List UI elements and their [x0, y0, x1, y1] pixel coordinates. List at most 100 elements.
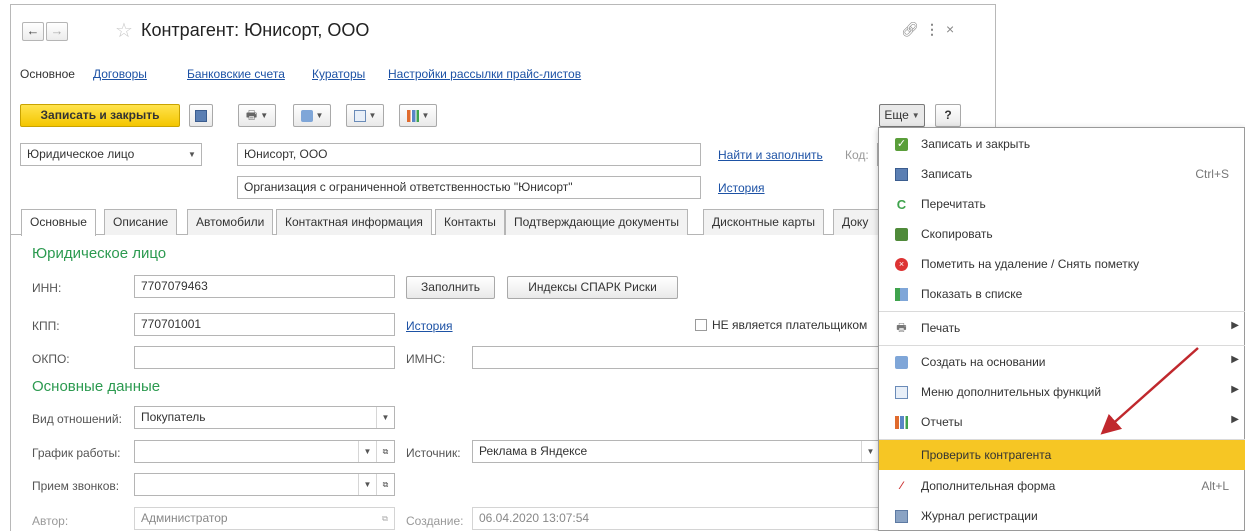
printer-icon: 🖶︎	[896, 322, 907, 334]
menu-item-journal[interactable]: Журнал регистрации	[879, 501, 1245, 531]
delete-mark-icon: ×	[895, 258, 908, 271]
spark-index-button[interactable]: Индексы СПАРК Риски	[507, 276, 678, 299]
list-icon	[895, 288, 908, 301]
tab-contact-info[interactable]: Контактная информация	[276, 209, 432, 235]
nav-main[interactable]: Основное	[20, 67, 75, 81]
find-fill-link[interactable]: Найти и заполнить	[718, 148, 823, 162]
inn-field[interactable]: 7707079463	[134, 275, 395, 298]
chevron-right-icon: ▶	[1231, 354, 1239, 365]
favorite-star-icon[interactable]: ☆	[115, 18, 133, 43]
menu-item-save-close[interactable]: ✓ Записать и закрыть	[879, 129, 1245, 159]
menu-label: Журнал регистрации	[921, 509, 1038, 523]
name-field[interactable]: Юнисорт, ООО	[237, 143, 701, 166]
back-button[interactable]: ←	[22, 22, 44, 41]
menu-item-check-counterparty[interactable]: Проверить контрагента	[879, 440, 1245, 470]
menu-item-extra-form[interactable]: ⁄ Дополнительная форма Alt+L	[879, 471, 1245, 501]
printer-icon: 🖶︎	[245, 108, 258, 122]
journal-icon	[895, 510, 908, 523]
fill-button[interactable]: Заполнить	[406, 276, 495, 299]
menu-shortcut: Ctrl+S	[1195, 167, 1229, 181]
kpp-label: КПП:	[32, 319, 60, 333]
menu-label: Отчеты	[921, 415, 963, 429]
chevron-down-icon: ▼	[376, 407, 394, 428]
menu-item-save[interactable]: Записать Ctrl+S	[879, 159, 1245, 189]
link-icon[interactable]: 🔗︎	[901, 21, 919, 38]
save-close-button[interactable]: Записать и закрыть	[20, 104, 180, 127]
menu-label: Дополнительная форма	[921, 479, 1056, 493]
floppy-icon	[895, 168, 908, 181]
tab-main[interactable]: Основные	[21, 209, 96, 236]
reports-icon	[406, 109, 419, 122]
menu-shortcut: Alt+L	[1201, 479, 1229, 493]
chevron-down-icon: ▼	[911, 111, 920, 121]
reports-button[interactable]: ▼	[399, 104, 437, 127]
tab-cars[interactable]: Автомобили	[187, 209, 274, 235]
chevron-down-icon[interactable]: ▼	[358, 441, 376, 462]
menu-label: Записать	[921, 167, 973, 181]
chevron-down-icon[interactable]: ▼	[861, 441, 879, 462]
schedule-select[interactable]: ▼ ⧉	[134, 440, 395, 463]
relation-select[interactable]: Покупатель ▼	[134, 406, 395, 429]
source-select[interactable]: Реклама в Яндексе ▼	[472, 440, 880, 463]
menu-item-show-list[interactable]: Показать в списке	[879, 279, 1245, 309]
menu-item-reread[interactable]: C Перечитать	[879, 189, 1245, 219]
imns-label: ИМНС:	[406, 352, 446, 366]
menu-label: Печать	[921, 321, 961, 335]
window-title: Контрагент: Юнисорт, ООО	[141, 20, 370, 40]
extra-functions-button[interactable]: ▼	[346, 104, 384, 127]
chevron-right-icon: ▶	[1231, 384, 1239, 395]
vat-checkbox[interactable]	[695, 319, 707, 331]
imns-field[interactable]	[472, 346, 902, 369]
menu-item-print[interactable]: 🖶︎ Печать ▶	[879, 313, 1245, 343]
more-vertical-icon[interactable]: ⋮	[925, 21, 939, 38]
open-icon[interactable]: ⧉	[376, 474, 394, 495]
forward-button[interactable]: →	[46, 22, 68, 41]
copy-icon	[895, 228, 908, 241]
source-value: Реклама в Яндексе	[479, 444, 588, 458]
menu-item-mark-delete[interactable]: × Пометить на удаление / Снять пометку	[879, 249, 1245, 279]
relation-value: Покупатель	[141, 410, 206, 424]
tab-description[interactable]: Описание	[104, 209, 178, 235]
entity-type-select[interactable]: Юридическое лицо ▼	[20, 143, 202, 166]
kpp-field[interactable]: 770701001	[134, 313, 395, 336]
author-value: Администратор	[141, 511, 228, 525]
tabs-bar: Основные Описание Автомобили Контактная …	[11, 209, 987, 236]
kpp-history-link[interactable]: История	[406, 319, 453, 333]
close-icon[interactable]: ×	[946, 21, 954, 37]
calls-select[interactable]: ▼ ⧉	[134, 473, 395, 496]
more-button[interactable]: Еще ▼	[879, 104, 925, 127]
nav-contracts[interactable]: Договоры	[93, 67, 147, 81]
chevron-down-icon[interactable]: ▼	[358, 474, 376, 495]
menu-label: Скопировать	[921, 227, 993, 241]
menu-label: Создать на основании	[921, 355, 1046, 369]
inn-label: ИНН:	[32, 281, 62, 295]
arrow-left-icon: ←	[26, 23, 40, 38]
open-icon[interactable]: ⧉	[376, 441, 394, 462]
nav-bank-accounts[interactable]: Банковские счета	[187, 67, 285, 81]
menu-label: Записать и закрыть	[921, 137, 1031, 151]
create-based-icon	[300, 109, 313, 122]
extra-functions-icon	[353, 109, 366, 122]
nav-curators[interactable]: Кураторы	[312, 67, 365, 81]
chevron-down-icon: ▼	[368, 111, 377, 121]
okpo-field[interactable]	[134, 346, 395, 369]
created-label: Создание:	[406, 514, 464, 528]
chevron-right-icon: ▶	[1231, 320, 1239, 331]
history-link[interactable]: История	[718, 181, 765, 195]
tab-documents[interactable]: Подтверждающие документы	[505, 209, 689, 235]
menu-label: Меню дополнительных функций	[921, 385, 1102, 399]
tab-discount-cards[interactable]: Дисконтные карты	[703, 209, 824, 235]
help-button[interactable]: ?	[935, 104, 961, 127]
tab-contacts[interactable]: Контакты	[435, 209, 505, 235]
menu-item-copy[interactable]: Скопировать	[879, 219, 1245, 249]
save-button[interactable]	[189, 104, 213, 127]
chevron-right-icon: ▶	[1231, 414, 1239, 425]
reports-icon	[895, 416, 908, 429]
create-based-button[interactable]: ▼	[293, 104, 331, 127]
author-label: Автор:	[32, 514, 69, 528]
calls-label: Прием звонков:	[32, 479, 120, 493]
full-name-field[interactable]: Организация с ограниченной ответственнос…	[237, 176, 701, 199]
print-button[interactable]: 🖶︎ ▼	[238, 104, 276, 127]
extra-functions-icon	[895, 386, 908, 399]
nav-price-mailing[interactable]: Настройки рассылки прайс-листов	[388, 67, 581, 81]
